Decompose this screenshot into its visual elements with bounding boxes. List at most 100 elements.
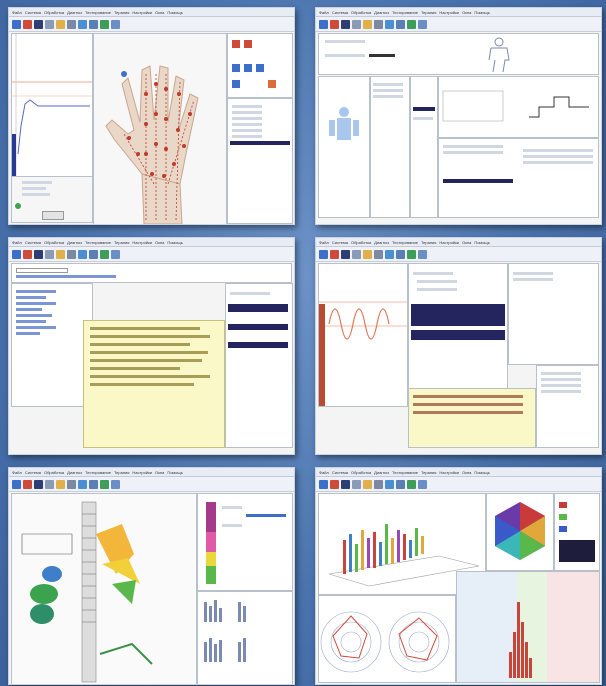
menu-help[interactable]: Помощь <box>474 10 489 15</box>
menu-processing[interactable]: Обработка <box>351 470 371 475</box>
pen-icon[interactable] <box>330 19 339 29</box>
save-icon[interactable] <box>341 249 350 259</box>
menu-testing[interactable]: Тестирование <box>392 470 418 475</box>
menu-file[interactable]: Файл <box>12 240 22 245</box>
menu-processing[interactable]: Обработка <box>351 240 371 245</box>
menu-therapy[interactable]: Терапия <box>114 240 129 245</box>
patient-list-panel[interactable] <box>11 176 93 223</box>
user-icon[interactable] <box>78 19 87 29</box>
data-table-panel[interactable] <box>370 76 410 218</box>
list-item[interactable] <box>541 372 581 375</box>
search-icon[interactable] <box>89 479 98 489</box>
tree-list-panel[interactable] <box>408 263 508 407</box>
menu-diagnosis[interactable]: Диагноз <box>67 470 82 475</box>
tree-item[interactable] <box>417 280 457 283</box>
user-icon[interactable] <box>78 249 87 259</box>
menu-therapy[interactable]: Терапия <box>421 470 436 475</box>
menu-help[interactable]: Помощь <box>167 240 182 245</box>
menu-system[interactable]: Система <box>25 240 41 245</box>
list-item-selected[interactable] <box>228 342 288 348</box>
list-item[interactable] <box>16 320 46 323</box>
tool-red-icon[interactable] <box>232 40 240 48</box>
screenshot-body-view[interactable]: Файл Система Обработка Диагноз Тестирова… <box>315 7 602 225</box>
user-icon[interactable] <box>385 249 394 259</box>
list-item[interactable] <box>232 111 262 114</box>
legend-panel[interactable] <box>554 493 600 571</box>
menu-windows[interactable]: Окна <box>155 470 164 475</box>
list-item[interactable] <box>541 390 581 393</box>
search-icon[interactable] <box>396 19 405 29</box>
search-icon[interactable] <box>396 479 405 489</box>
search-bar[interactable] <box>11 263 292 283</box>
menu-windows[interactable]: Окна <box>155 240 164 245</box>
list-item[interactable] <box>16 302 56 305</box>
tool-blue-icon[interactable] <box>256 64 264 72</box>
hand-canvas[interactable] <box>93 33 227 224</box>
menu-system[interactable]: Система <box>25 470 41 475</box>
pen-icon[interactable] <box>23 479 32 489</box>
spectrum-histogram-panel[interactable] <box>456 571 600 683</box>
user-icon[interactable] <box>385 479 394 489</box>
menu-settings[interactable]: Настройки <box>132 470 152 475</box>
results-yellow-panel[interactable] <box>408 388 536 448</box>
diagnosis-list-panel[interactable] <box>11 283 93 407</box>
tree-item[interactable] <box>413 272 453 275</box>
menu-help[interactable]: Помощь <box>474 240 489 245</box>
list-item[interactable] <box>22 187 46 190</box>
search-icon[interactable] <box>89 249 98 259</box>
list-item[interactable] <box>413 117 433 120</box>
list-item[interactable] <box>16 314 52 317</box>
menu-processing[interactable]: Обработка <box>44 10 64 15</box>
list-item[interactable] <box>232 105 262 108</box>
polar-charts-panel[interactable] <box>318 595 456 683</box>
tool-blue-icon[interactable] <box>244 64 252 72</box>
table-row[interactable] <box>373 83 403 86</box>
settings-icon[interactable] <box>374 479 383 489</box>
pen-icon[interactable] <box>330 479 339 489</box>
save-icon[interactable] <box>34 479 43 489</box>
menu-help[interactable]: Помощь <box>474 470 489 475</box>
chart-icon[interactable] <box>100 19 109 29</box>
list-item[interactable] <box>16 296 46 299</box>
menu-file[interactable]: Файл <box>12 10 22 15</box>
list-item[interactable] <box>230 292 270 295</box>
pen-icon[interactable] <box>23 19 32 29</box>
menu-file[interactable]: Файл <box>319 470 329 475</box>
category-list-panel[interactable] <box>410 76 438 218</box>
list-item-selected[interactable] <box>411 330 505 340</box>
list-item-selected[interactable] <box>413 107 435 111</box>
right-detail-panel[interactable] <box>536 365 599 448</box>
list-item[interactable] <box>16 326 56 329</box>
open-icon[interactable] <box>363 249 372 259</box>
list-item-selected[interactable] <box>228 304 288 312</box>
list-item[interactable] <box>513 278 553 281</box>
new-file-icon[interactable] <box>12 479 21 489</box>
menu-therapy[interactable]: Терапия <box>421 240 436 245</box>
help-icon[interactable] <box>111 479 120 489</box>
list-item[interactable] <box>16 332 40 335</box>
list-item[interactable] <box>22 193 50 196</box>
list-item[interactable] <box>232 117 262 120</box>
menu-system[interactable]: Система <box>25 10 41 15</box>
menu-therapy[interactable]: Терапия <box>114 470 129 475</box>
settings-icon[interactable] <box>67 19 76 29</box>
chart-icon[interactable] <box>407 249 416 259</box>
menu-testing[interactable]: Тестирование <box>85 240 111 245</box>
point-list-panel[interactable] <box>227 98 293 224</box>
print-icon[interactable] <box>352 479 361 489</box>
open-icon[interactable] <box>363 19 372 29</box>
menu-therapy[interactable]: Терапия <box>114 10 129 15</box>
save-icon[interactable] <box>341 479 350 489</box>
print-icon[interactable] <box>45 479 54 489</box>
menu-help[interactable]: Помощь <box>167 10 182 15</box>
screenshot-waveform-view[interactable]: Файл Система Обработка Диагноз Тестирова… <box>315 237 602 455</box>
list-item[interactable] <box>232 129 262 132</box>
menu-diagnosis[interactable]: Диагноз <box>67 240 82 245</box>
menu-windows[interactable]: Окна <box>462 240 471 245</box>
table-row[interactable] <box>373 89 403 92</box>
left-graph-panel[interactable] <box>11 33 93 177</box>
screenshot-spine-view[interactable]: Файл Система Обработка Диагноз Тестирова… <box>8 467 295 685</box>
save-icon[interactable] <box>34 249 43 259</box>
right-list-panel[interactable] <box>225 283 293 448</box>
tool-orange-icon[interactable] <box>268 80 276 88</box>
